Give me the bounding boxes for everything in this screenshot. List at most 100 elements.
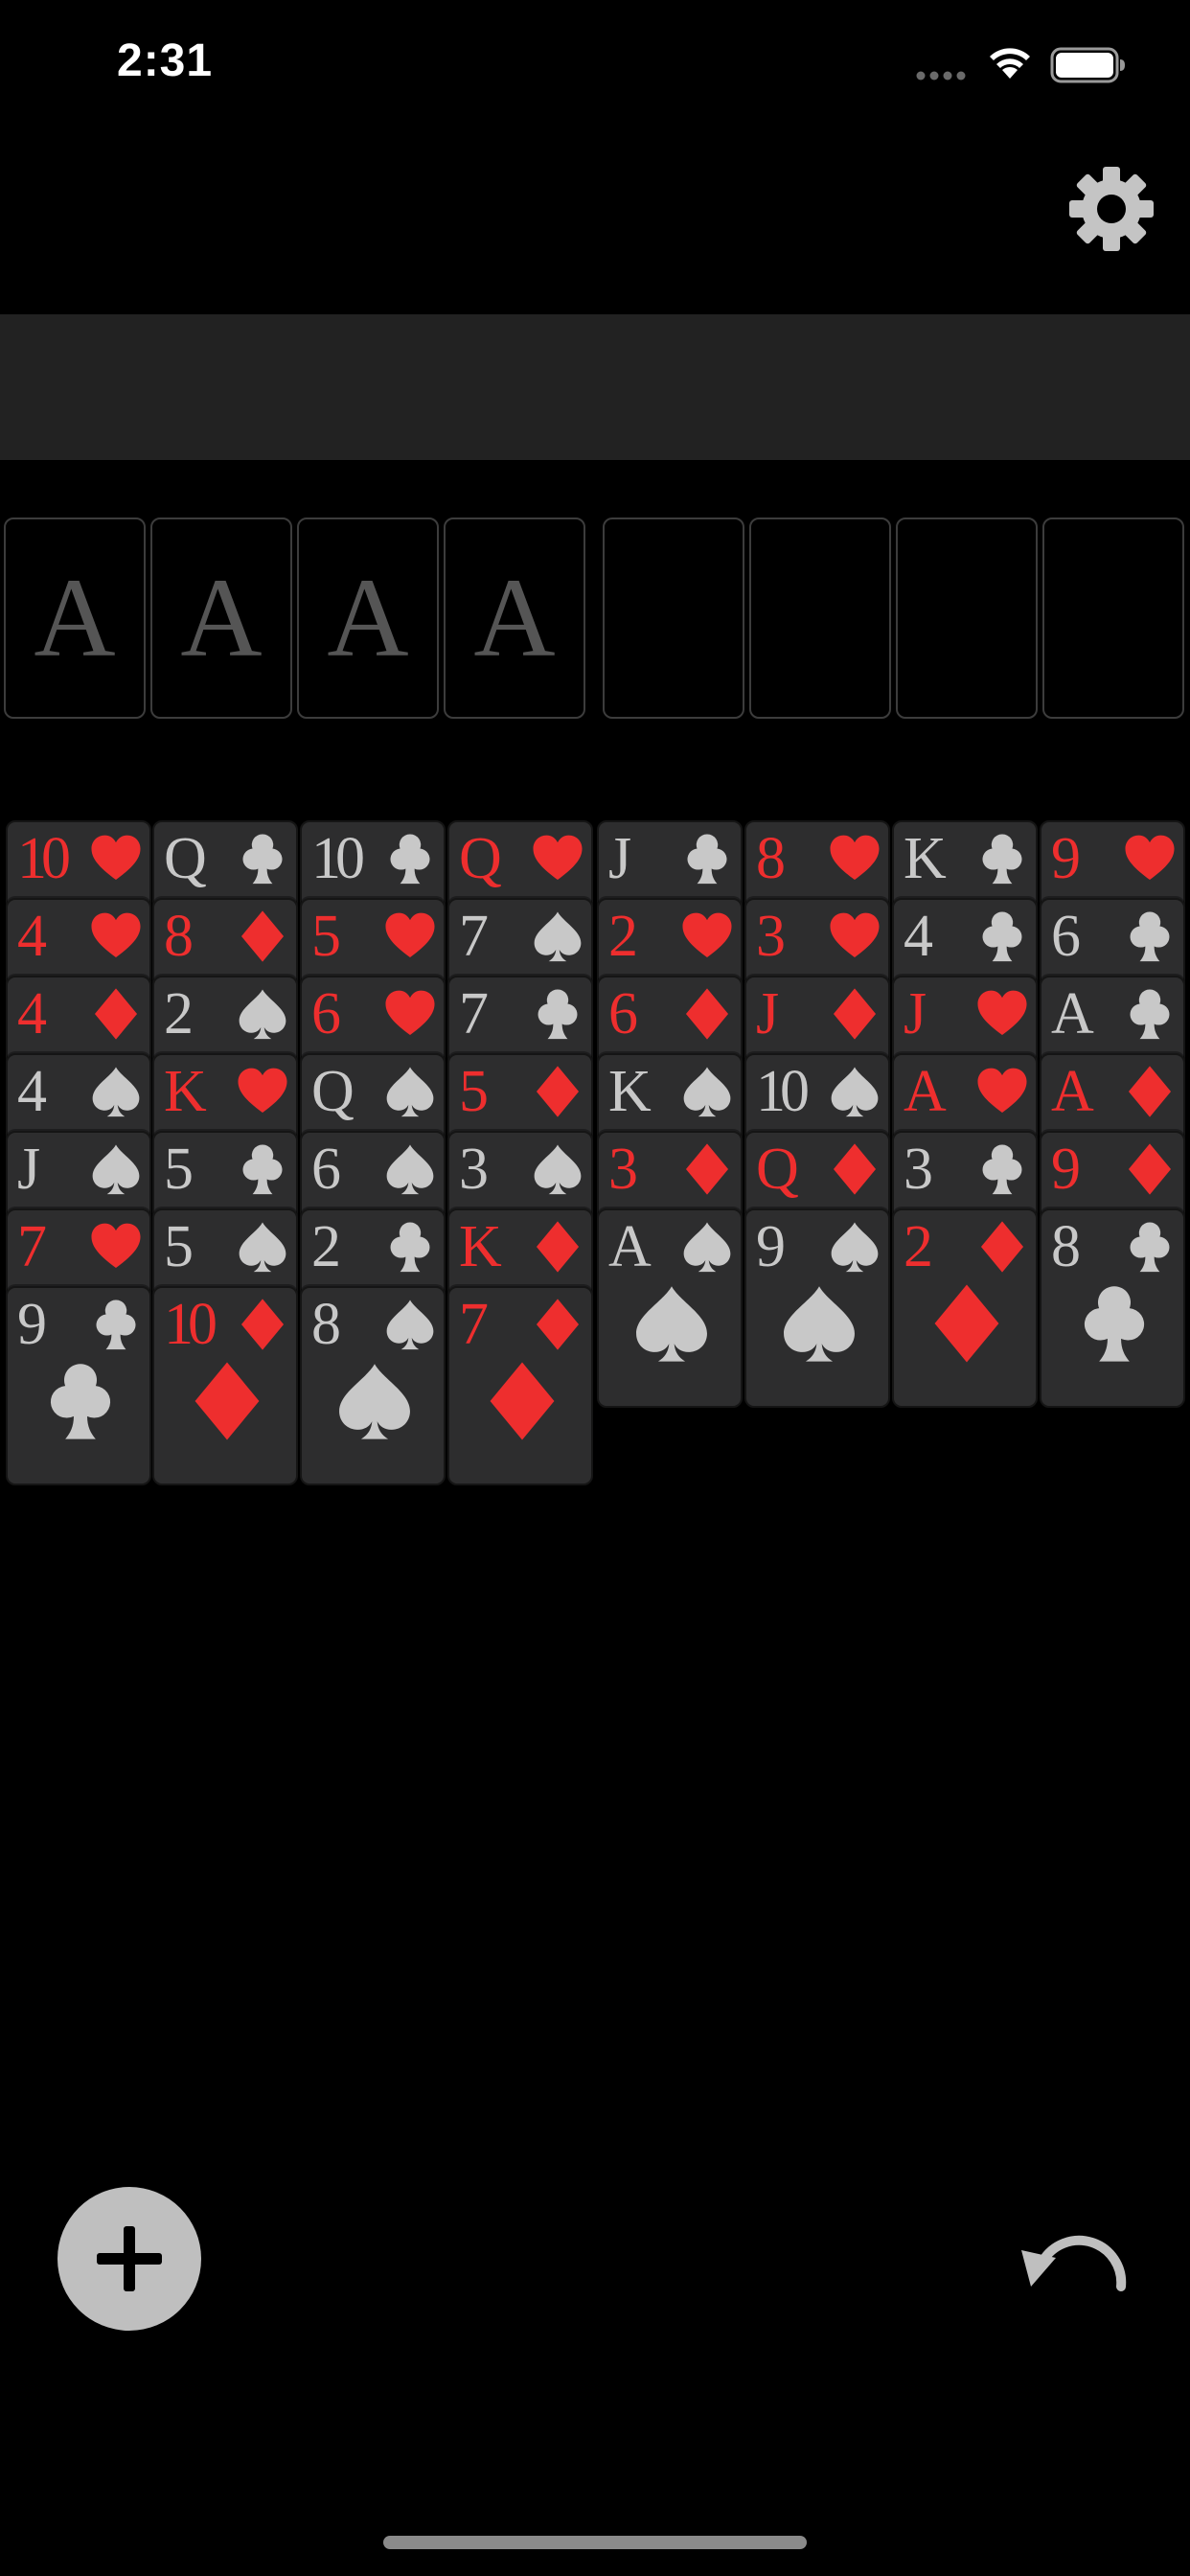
club-suit-icon <box>242 834 283 885</box>
club-suit-icon <box>390 834 430 885</box>
card-rank: 6 <box>311 1137 341 1202</box>
card-rank: 7 <box>459 1292 489 1357</box>
playing-card[interactable]: 8 <box>300 1286 446 1485</box>
card-rank: K <box>459 1214 502 1279</box>
club-suit-icon <box>96 1300 136 1350</box>
card-rank: 4 <box>17 904 47 969</box>
spade-suit-icon <box>239 989 286 1040</box>
heart-suit-icon <box>91 835 141 881</box>
foundation-slot[interactable]: A <box>444 518 585 719</box>
diamond-suit-icon <box>1128 1066 1172 1117</box>
foundation-slot[interactable]: A <box>150 518 292 719</box>
card-rank: 8 <box>756 826 786 891</box>
diamond-suit-icon <box>240 1299 285 1350</box>
card-rank: 9 <box>17 1292 47 1357</box>
foundation-slot[interactable]: A <box>297 518 439 719</box>
heart-suit-icon <box>977 1068 1027 1114</box>
spade-suit-icon <box>92 1067 140 1117</box>
cellular-signal-icon <box>916 71 966 80</box>
card-rank: A <box>608 1214 652 1279</box>
diamond-suit-icon <box>240 910 285 962</box>
diamond-suit-icon <box>1128 1143 1172 1195</box>
card-rank: J <box>904 981 927 1046</box>
card-rank: 10 <box>164 1292 217 1357</box>
playing-card[interactable]: 7 <box>447 1286 593 1485</box>
club-suit-large-icon <box>50 1364 111 1439</box>
free-cell[interactable] <box>896 518 1038 719</box>
card-rank: 5 <box>164 1214 194 1279</box>
playing-card[interactable]: A <box>597 1208 743 1408</box>
card-rank: K <box>904 826 947 891</box>
card-rank: 5 <box>164 1137 194 1202</box>
card-rank: 6 <box>311 981 341 1046</box>
heart-suit-icon <box>1125 835 1175 881</box>
free-cell[interactable] <box>1042 518 1184 719</box>
spade-suit-icon <box>386 1144 434 1195</box>
card-rank: 10 <box>756 1059 810 1124</box>
playing-card[interactable]: 2 <box>892 1208 1038 1408</box>
foundation-label: A <box>327 555 409 680</box>
settings-button[interactable] <box>1065 163 1157 255</box>
card-rank: A <box>1051 981 1094 1046</box>
status-time: 2:31 <box>117 35 214 86</box>
foundation-slot[interactable]: A <box>4 518 146 719</box>
club-suit-icon <box>1130 911 1170 962</box>
spade-suit-icon <box>683 1222 731 1273</box>
free-cell[interactable] <box>749 518 891 719</box>
playing-card[interactable]: 9 <box>6 1286 151 1485</box>
card-rank: 8 <box>164 904 194 969</box>
wifi-icon <box>990 48 1030 79</box>
card-rank: K <box>608 1059 652 1124</box>
card-rank: 9 <box>1051 1137 1081 1202</box>
card-rank: 7 <box>459 981 489 1046</box>
card-rank: Q <box>756 1137 799 1202</box>
undo-button[interactable] <box>1010 2229 1133 2315</box>
diamond-suit-icon <box>536 1221 580 1273</box>
playing-card[interactable]: 9 <box>744 1208 890 1408</box>
new-game-button[interactable] <box>57 2187 201 2331</box>
heart-suit-icon <box>385 912 435 958</box>
club-suit-large-icon <box>1084 1286 1145 1362</box>
club-suit-icon <box>982 834 1022 885</box>
diamond-suit-icon <box>833 1143 877 1195</box>
card-rank: 6 <box>1051 904 1081 969</box>
spade-suit-icon <box>683 1067 731 1117</box>
card-rank: 9 <box>756 1214 786 1279</box>
card-rank: Q <box>164 826 207 891</box>
card-rank: 4 <box>17 1059 47 1124</box>
card-rank: 7 <box>459 904 489 969</box>
club-suit-icon <box>687 834 727 885</box>
diamond-suit-large-icon <box>195 1362 260 1440</box>
diamond-suit-icon <box>685 1143 729 1195</box>
club-suit-icon <box>982 911 1022 962</box>
undo-icon <box>1021 2235 1127 2291</box>
banner-area <box>0 314 1190 460</box>
heart-suit-icon <box>238 1068 287 1114</box>
foundation-label: A <box>34 555 116 680</box>
spade-suit-icon <box>92 1144 140 1195</box>
playing-card[interactable]: 10 <box>152 1286 298 1485</box>
club-suit-icon <box>1130 989 1170 1040</box>
card-rank: 7 <box>17 1214 47 1279</box>
heart-suit-icon <box>91 912 141 958</box>
card-rank: Q <box>459 826 502 891</box>
free-cell[interactable] <box>603 518 744 719</box>
heart-suit-icon <box>385 990 435 1036</box>
card-rank: 2 <box>608 904 638 969</box>
club-suit-icon <box>1130 1222 1170 1273</box>
card-rank: A <box>904 1059 947 1124</box>
heart-suit-icon <box>830 912 880 958</box>
playing-card[interactable]: 8 <box>1040 1208 1185 1408</box>
gear-icon <box>1069 167 1154 251</box>
card-rank: 3 <box>904 1137 933 1202</box>
card-rank: 8 <box>1051 1214 1081 1279</box>
card-rank: 3 <box>756 904 786 969</box>
card-rank: 9 <box>1051 826 1081 891</box>
heart-suit-icon <box>91 1223 141 1269</box>
spade-suit-icon <box>386 1300 434 1350</box>
spade-suit-icon <box>831 1222 879 1273</box>
spade-suit-icon <box>831 1067 879 1117</box>
card-rank: J <box>756 981 779 1046</box>
diamond-suit-icon <box>833 988 877 1040</box>
spade-suit-large-icon <box>784 1286 855 1362</box>
